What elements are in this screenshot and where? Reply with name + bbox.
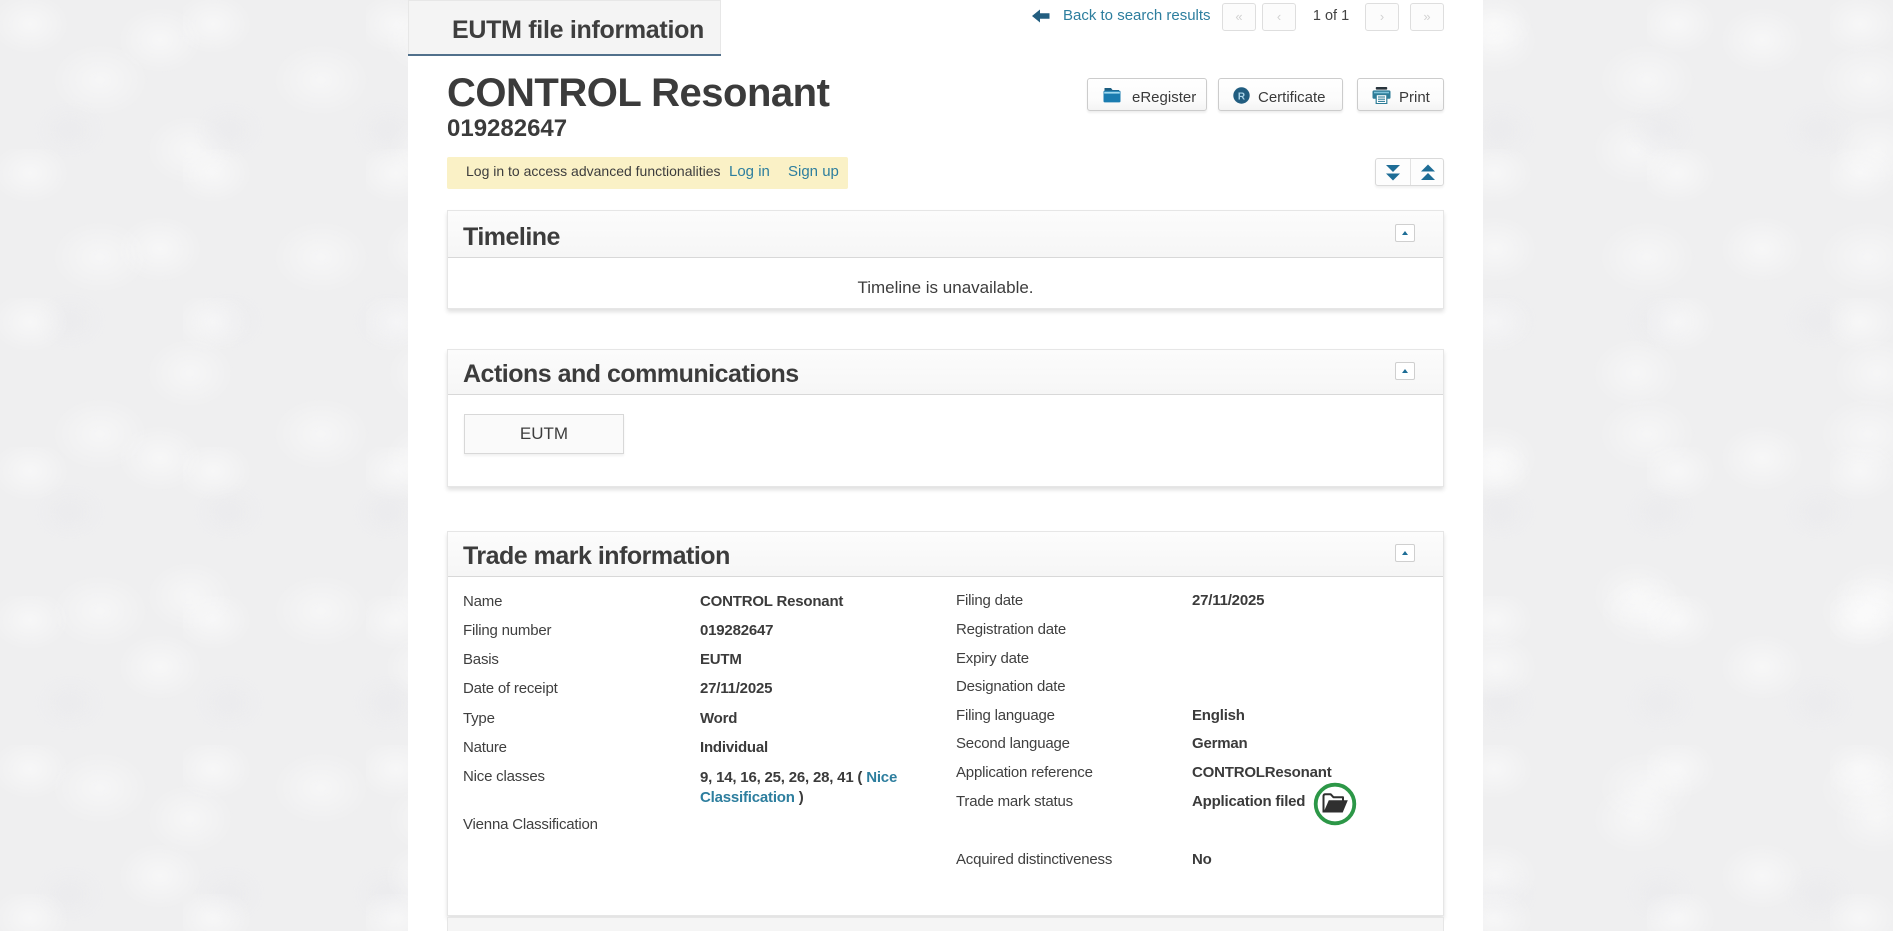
svg-text:R: R xyxy=(1238,91,1246,102)
